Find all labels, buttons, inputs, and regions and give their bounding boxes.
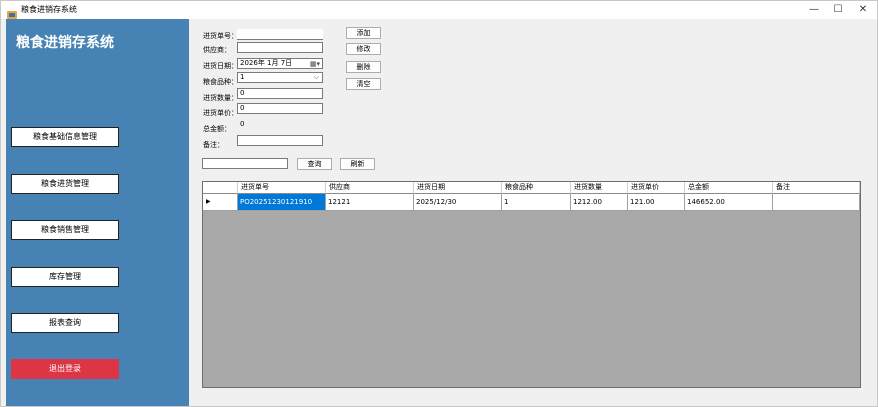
delete-button[interactable]: 删除 [346, 61, 381, 73]
edit-button[interactable]: 修改 [346, 43, 381, 55]
table-cell[interactable]: 1212.00 [571, 194, 628, 211]
grain-type-select[interactable]: 1 ⌵ [237, 72, 323, 83]
nav-grain-basic-info-button[interactable]: 粮食基础信息管理 [11, 127, 119, 147]
clear-button[interactable]: 清空 [346, 78, 381, 90]
column-header[interactable]: 总金额 [685, 182, 773, 194]
table-cell[interactable]: PO20251230121910 [238, 194, 326, 211]
nav-inventory-button[interactable]: 库存管理 [11, 267, 119, 287]
grain-type-value: 1 [240, 73, 245, 81]
date-label: 进货日期： [203, 62, 238, 70]
column-header[interactable]: 粮食品种 [502, 182, 571, 194]
table-cell[interactable] [773, 194, 860, 211]
row-header-corner [203, 182, 238, 194]
column-header[interactable]: 进货数量 [571, 182, 628, 194]
column-header[interactable]: 进货单号 [238, 182, 326, 194]
row-selector-icon[interactable]: ▶ [203, 194, 238, 211]
note-field[interactable] [237, 135, 323, 146]
title-bar: 粮食进销存系统 — ☐ ✕ [1, 1, 877, 19]
table-cell[interactable]: 12121 [326, 194, 414, 211]
quantity-field[interactable]: 0 [237, 88, 323, 99]
unit-price-label: 进货单价： [203, 109, 238, 117]
column-header[interactable]: 进货日期 [414, 182, 502, 194]
app-icon [7, 5, 17, 19]
search-input[interactable] [202, 158, 288, 169]
nav-grain-sales-button[interactable]: 粮食销售管理 [11, 220, 119, 240]
column-header[interactable]: 备注 [773, 182, 860, 194]
quantity-label: 进货数量： [203, 94, 238, 102]
supplier-label: 供应商： [203, 46, 231, 54]
logout-button[interactable]: 退出登录 [11, 359, 119, 379]
total-amount-value: 0 [240, 120, 245, 128]
window-title: 粮食进销存系统 [21, 5, 77, 14]
add-button[interactable]: 添加 [346, 27, 381, 39]
supplier-field[interactable] [237, 42, 323, 53]
total-amount-label: 总金额： [203, 125, 231, 133]
note-label: 备注： [203, 141, 224, 149]
maximize-button[interactable]: ☐ [824, 1, 852, 19]
main-window: 粮食进销存系统 — ☐ ✕ 粮食进销存系统 粮食基础信息管理 粮食进货管理 粮食… [0, 0, 878, 407]
table-cell[interactable]: 146652.00 [685, 194, 773, 211]
table-cell[interactable]: 121.00 [628, 194, 685, 211]
order-no-label: 进货单号： [203, 32, 238, 40]
chevron-down-icon[interactable]: ⌵ [314, 73, 319, 82]
order-no-field[interactable] [237, 29, 323, 40]
grain-type-label: 粮食品种： [203, 78, 238, 86]
nav-grain-purchase-button[interactable]: 粮食进货管理 [11, 174, 119, 194]
purchase-data-grid[interactable]: 进货单号 供应商 进货日期 粮食品种 进货数量 进货单价 总金额 备注 ▶ PO… [202, 181, 861, 388]
query-button[interactable]: 查询 [297, 158, 332, 170]
table-cell[interactable]: 1 [502, 194, 571, 211]
date-picker[interactable]: 2026年 1月 7日 ▦▾ [237, 58, 323, 69]
table-cell[interactable]: 2025/12/30 [414, 194, 502, 211]
refresh-button[interactable]: 刷新 [340, 158, 375, 170]
column-header[interactable]: 进货单价 [628, 182, 685, 194]
calendar-dropdown-icon[interactable]: ▦▾ [310, 60, 320, 68]
column-header[interactable]: 供应商 [326, 182, 414, 194]
nav-reports-button[interactable]: 报表查询 [11, 313, 119, 333]
close-button[interactable]: ✕ [849, 1, 877, 19]
date-value: 2026年 1月 7日 [240, 59, 293, 67]
sidebar: 粮食进销存系统 粮食基础信息管理 粮食进货管理 粮食销售管理 库存管理 报表查询… [6, 19, 189, 406]
unit-price-field[interactable]: 0 [237, 103, 323, 114]
system-title: 粮食进销存系统 [16, 35, 114, 51]
